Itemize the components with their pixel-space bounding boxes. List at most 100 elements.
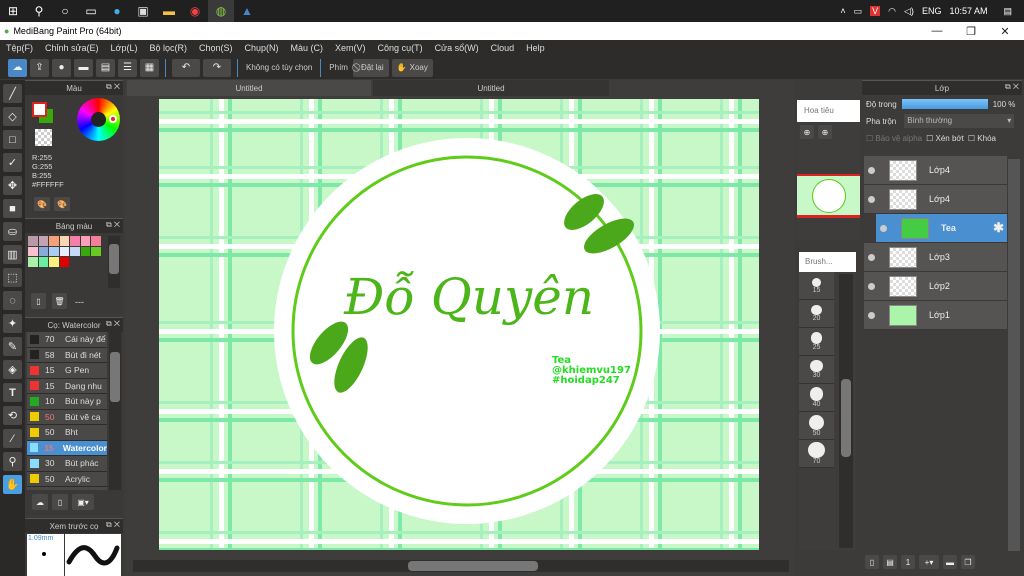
close-button[interactable]: ✕ (988, 22, 1022, 40)
dot-line-tool-icon[interactable]: ✓ (3, 153, 22, 172)
palette-swatch[interactable] (38, 257, 48, 267)
visibility-icon[interactable] (868, 311, 875, 319)
brush-size-preset[interactable]: 30 (799, 356, 834, 384)
gradient-tool-icon[interactable]: ▥ (3, 245, 22, 264)
layer-row[interactable]: Lớp3 (864, 243, 1007, 272)
undo-button[interactable]: ↶ (172, 58, 200, 77)
lasso-tool-icon[interactable]: ◌ (3, 291, 22, 310)
new-layer-icon[interactable]: ▯ (865, 555, 879, 569)
brush-item[interactable]: 15 Watercolor (27, 440, 107, 456)
visibility-icon[interactable] (868, 195, 875, 203)
delete-palette-icon[interactable]: 🗑 (52, 293, 67, 309)
zoom-fit-icon[interactable]: ⊕ (800, 125, 814, 139)
palette-swatch[interactable] (49, 257, 59, 267)
palette-swatch[interactable] (80, 246, 90, 256)
task-view-icon[interactable]: ▭ (78, 0, 104, 22)
select-tool-icon[interactable]: ⬚ (3, 268, 22, 287)
palette-icon[interactable]: 🎨 (34, 197, 50, 211)
palette-swatch[interactable] (38, 236, 48, 246)
visibility-icon[interactable] (868, 282, 875, 290)
palette-swatch[interactable] (59, 246, 69, 256)
text-tool-icon[interactable]: T (3, 383, 22, 402)
clip-checkbox[interactable]: ☐ Xén bớt (926, 134, 964, 143)
hex-value[interactable]: #FFFFFF (32, 180, 64, 189)
operation-tool-icon[interactable]: ⟲ (3, 406, 22, 425)
store-icon[interactable]: ▣ (130, 0, 156, 22)
chrome-icon[interactable]: ◉ (182, 0, 208, 22)
cloud-icon[interactable]: ☁ (8, 58, 27, 77)
medibang-icon[interactable]: ◍ (208, 0, 234, 22)
share-icon[interactable]: ⇪ (30, 58, 49, 77)
add-layer-menu-icon[interactable]: +▾ (919, 555, 939, 569)
palette-swatch[interactable] (28, 246, 38, 256)
panel-close-icon[interactable]: ⧉ ✕ (1005, 82, 1019, 92)
menu-item[interactable]: Xem(V) (335, 43, 366, 53)
menu-item[interactable]: Lớp(L) (111, 43, 138, 53)
menu-item[interactable]: Công cụ(T) (378, 43, 423, 53)
panel-close-icon[interactable]: ⧉ ✕ (106, 82, 120, 92)
brush-item[interactable]: 30 Bút phác (27, 456, 107, 472)
battery-icon[interactable]: ▭ (854, 6, 863, 17)
foreground-color-swatch[interactable] (32, 102, 47, 117)
brush-item[interactable]: 50 Bút vẽ ca (27, 409, 107, 425)
clock[interactable]: 10:57 AM (949, 6, 987, 16)
brush-size-preset[interactable]: 70 (799, 440, 834, 468)
palette-add-icon[interactable]: 🎨 (54, 197, 70, 211)
menu-item[interactable]: Màu (C) (291, 43, 324, 53)
transparent-swatch[interactable] (35, 129, 52, 146)
palette-swatch[interactable] (38, 246, 48, 256)
menu-item[interactable]: Chụp(N) (245, 43, 279, 53)
brush-item[interactable]: 10 Bút này p (27, 394, 107, 410)
brush-size-preset[interactable]: 20 (799, 300, 834, 328)
brush-size-preset[interactable]: 15 (799, 272, 834, 300)
notification-icon[interactable]: ▤ (1003, 6, 1012, 17)
comment-icon[interactable]: ● (52, 58, 71, 77)
new-1bit-layer-icon[interactable]: 1 (901, 555, 915, 569)
magic-wand-icon[interactable]: ✦ (3, 314, 22, 333)
palette-swatch[interactable] (70, 246, 80, 256)
menu-item[interactable]: Chỉnh sửa(E) (45, 43, 99, 53)
folder-icon[interactable]: ▬ (943, 555, 957, 569)
chevron-up-icon[interactable]: ˄ (840, 6, 845, 16)
cortana-icon[interactable]: ○ (52, 0, 78, 22)
visibility-icon[interactable] (880, 224, 887, 232)
select-pen-icon[interactable]: ✎ (3, 337, 22, 356)
navigator-thumbnail[interactable] (797, 174, 860, 218)
artwork-canvas[interactable]: Đỗ Quyên Tea @khiemvu197 #hoidap247 (159, 99, 759, 550)
new-brush-icon[interactable]: ▯ (52, 494, 68, 510)
language-indicator[interactable]: ENG (922, 6, 942, 16)
new-halftone-layer-icon[interactable]: ▤ (883, 555, 897, 569)
brush-item[interactable]: 15 G Pen (27, 363, 107, 379)
palette-swatch[interactable] (28, 257, 38, 267)
layer-scrollbar[interactable] (1008, 159, 1020, 551)
gear-icon[interactable]: ✱ (993, 220, 1004, 236)
duplicate-layer-icon[interactable]: ❐ (961, 555, 975, 569)
brush-item[interactable]: 70 Cái này để (27, 332, 107, 348)
bucket-tool-icon[interactable]: ⛀ (3, 222, 22, 241)
new-palette-icon[interactable]: ▯ (31, 293, 46, 309)
palette-swatch[interactable] (49, 246, 59, 256)
tab-untitled-2[interactable]: Untitled (373, 80, 609, 96)
palette-swatch[interactable] (59, 236, 69, 246)
hand-tool-icon[interactable]: ✋ (3, 475, 22, 494)
panel-close-icon[interactable]: ⧉ ✕ (106, 319, 120, 329)
panel-close-icon[interactable]: ⧉ ✕ (106, 220, 120, 230)
windows-icon[interactable]: ⊞ (0, 0, 26, 22)
layer-row[interactable]: Lớp2 (864, 272, 1007, 301)
tab-untitled-1[interactable]: Untitled (127, 80, 371, 96)
palette-swatch[interactable] (28, 236, 38, 246)
rectangle-tool-icon[interactable]: □ (3, 130, 22, 149)
fill-rect-tool-icon[interactable]: ■ (3, 199, 22, 218)
blur-tool-icon[interactable]: ⁄ (3, 429, 22, 448)
volume-icon[interactable]: ◁) (904, 6, 914, 17)
menu-item[interactable]: Tệp(F) (6, 43, 33, 53)
move-tool-icon[interactable]: ✥ (3, 176, 22, 195)
palette-swatch[interactable] (91, 246, 101, 256)
grid-icon[interactable]: ▦ (140, 58, 159, 77)
select-eraser-icon[interactable]: ◈ (3, 360, 22, 379)
palette-swatch[interactable] (59, 257, 69, 267)
message-icon[interactable]: ▬ (74, 58, 93, 77)
file-explorer-icon[interactable]: ▬ (156, 0, 182, 22)
brush-tool-icon[interactable]: ╱ (3, 84, 22, 103)
wifi-icon[interactable]: ◠ (888, 6, 896, 17)
